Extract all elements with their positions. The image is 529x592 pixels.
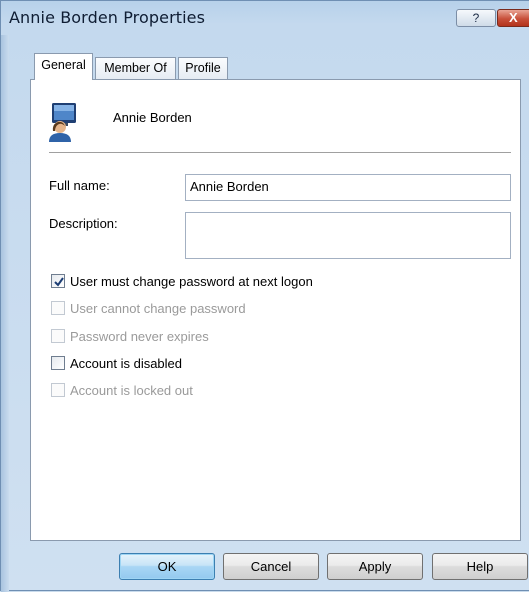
checkbox-label: Account is locked out xyxy=(70,383,193,398)
ok-button[interactable]: OK xyxy=(119,553,215,580)
tab-profile[interactable]: Profile xyxy=(178,57,228,79)
checkbox-box[interactable] xyxy=(51,274,65,288)
checkbox-label: User must change password at next logon xyxy=(70,274,313,289)
checkbox-box xyxy=(51,329,65,343)
title-bar[interactable]: Annie Borden Properties ? X xyxy=(1,1,529,35)
close-button[interactable]: X xyxy=(497,9,529,27)
cancel-button[interactable]: Cancel xyxy=(223,553,319,580)
help-question-button[interactable]: ? xyxy=(456,9,496,27)
user-display-name: Annie Borden xyxy=(113,110,192,125)
full-name-label: Full name: xyxy=(49,178,110,193)
checkbox-box[interactable] xyxy=(51,356,65,370)
description-label: Description: xyxy=(49,216,118,231)
checkbox-box xyxy=(51,301,65,315)
window-border xyxy=(1,35,9,592)
checkbox-label: Password never expires xyxy=(70,329,209,344)
full-name-field[interactable]: Annie Borden xyxy=(185,174,511,201)
tab-general[interactable]: General xyxy=(34,53,93,80)
checkmark-icon xyxy=(54,277,64,287)
tab-member-of[interactable]: Member Of xyxy=(95,57,176,79)
properties-dialog: Annie Borden Properties ? X General Memb… xyxy=(0,0,529,592)
help-button[interactable]: Help xyxy=(432,553,528,580)
description-field[interactable] xyxy=(185,212,511,259)
checkbox-label: Account is disabled xyxy=(70,356,183,371)
checkbox-label: User cannot change password xyxy=(70,301,246,316)
window-title: Annie Borden Properties xyxy=(9,8,206,27)
apply-button[interactable]: Apply xyxy=(327,553,423,580)
general-tab-panel: Annie Borden Full name: Annie Borden Des… xyxy=(30,79,521,541)
separator xyxy=(49,152,511,153)
user-computer-icon xyxy=(49,102,79,142)
checkbox-box xyxy=(51,383,65,397)
